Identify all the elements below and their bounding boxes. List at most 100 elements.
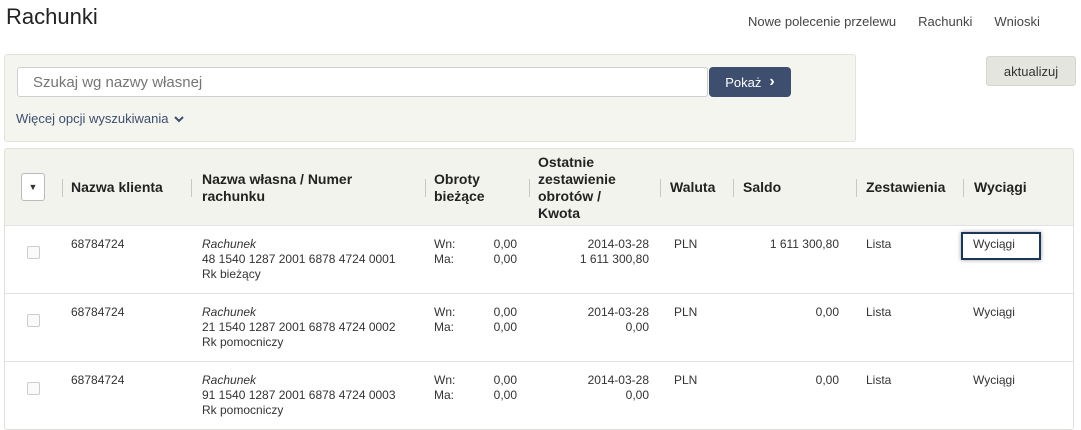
ma-value: 0,00 <box>493 388 517 402</box>
row-checkbox[interactable] <box>27 246 40 259</box>
account-number: 48 1540 1287 2001 6878 4724 0001 <box>202 252 396 266</box>
statement-amount: 1 611 300,80 <box>579 252 649 266</box>
client-cell: 68784724 <box>71 237 125 251</box>
header-statements: Zestawienia <box>866 179 946 195</box>
account-kind: Rk pomocniczy <box>202 335 284 349</box>
last-statement-cell: 2014-03-28 0,00 <box>545 373 649 403</box>
column-separator <box>425 179 426 197</box>
nav-applications[interactable]: Wnioski <box>994 14 1040 29</box>
header-last-line1: Ostatnie <box>538 154 595 170</box>
wn-value: 0,00 <box>493 305 517 319</box>
ma-label: Ma: <box>434 252 455 266</box>
account-number: 21 1540 1287 2001 6878 4724 0002 <box>202 320 396 334</box>
turnover-values: 0,00 0,00 <box>467 237 517 267</box>
turnover-values: 0,00 0,00 <box>467 305 517 335</box>
account-cell: Rachunek 91 1540 1287 2001 6878 4724 000… <box>202 373 396 418</box>
chevron-down-icon <box>174 116 184 123</box>
ma-value: 0,00 <box>493 320 517 334</box>
balance-cell: 0,00 <box>815 305 839 319</box>
select-dropdown-button[interactable]: ▼ <box>21 173 45 201</box>
statement-date: 2014-03-28 <box>587 373 649 387</box>
extracts-link[interactable]: Wyciągi <box>973 237 1015 252</box>
extracts-link[interactable]: Wyciągi <box>973 305 1015 320</box>
currency-cell: PLN <box>674 237 698 251</box>
turnover-labels: Wn: Ma: <box>434 305 455 335</box>
account-type: Rachunek <box>202 237 257 251</box>
header-last-statement: Ostatnie zestawienie obrotów / Kwota <box>538 154 616 222</box>
wn-value: 0,00 <box>493 237 517 251</box>
column-separator <box>191 179 192 197</box>
statement-date: 2014-03-28 <box>587 305 649 319</box>
search-panel: Pokaż › Więcej opcji wyszukiwania <box>4 54 856 142</box>
column-separator <box>856 179 857 197</box>
wn-label: Wn: <box>434 373 456 387</box>
client-cell: 68784724 <box>71 305 125 319</box>
account-type: Rachunek <box>202 305 257 319</box>
statement-amount: 0,00 <box>625 320 649 334</box>
header-turnover-line2: bieżące <box>434 188 485 204</box>
row-checkbox[interactable] <box>27 382 40 395</box>
ma-label: Ma: <box>434 388 455 402</box>
account-kind: Rk pomocniczy <box>202 403 284 417</box>
statements-list-link[interactable]: Lista <box>866 373 891 388</box>
page-title: Rachunki <box>6 4 98 29</box>
header-name-number-line1: Nazwa własna / Numer <box>202 171 353 187</box>
client-cell: 68784724 <box>71 373 125 387</box>
last-statement-cell: 2014-03-28 0,00 <box>545 305 649 335</box>
accounts-table: ▼ Nazwa klienta Nazwa własna / Numer rac… <box>4 148 1074 430</box>
account-cell: Rachunek 21 1540 1287 2001 6878 4724 000… <box>202 305 396 350</box>
ma-label: Ma: <box>434 320 455 334</box>
header-turnover-line1: Obroty <box>434 171 480 187</box>
header-name-number: Nazwa własna / Numer rachunku <box>202 171 352 205</box>
header-last-line4: Kwota <box>538 205 580 221</box>
column-separator <box>660 179 661 197</box>
table-row: 68784724 Rachunek 91 1540 1287 2001 6878… <box>5 361 1073 429</box>
chevron-right-icon: › <box>769 73 775 90</box>
show-button-label: Pokaż <box>725 74 762 90</box>
show-button[interactable]: Pokaż › <box>709 67 791 97</box>
balance-cell: 1 611 300,80 <box>769 237 839 251</box>
statements-list-link[interactable]: Lista <box>866 305 891 320</box>
header-client: Nazwa klienta <box>71 179 163 195</box>
turnover-labels: Wn: Ma: <box>434 373 455 403</box>
search-input[interactable] <box>17 67 708 97</box>
header-last-line3: obrotów / <box>538 188 601 204</box>
statement-amount: 0,00 <box>625 388 649 402</box>
table-row: 68784724 Rachunek 48 1540 1287 2001 6878… <box>5 225 1073 294</box>
nav-new-transfer[interactable]: Nowe polecenie przelewu <box>748 14 896 29</box>
column-separator <box>963 179 964 197</box>
balance-cell: 0,00 <box>815 373 839 387</box>
refresh-button[interactable]: aktualizuj <box>986 56 1076 86</box>
currency-cell: PLN <box>674 305 698 319</box>
turnover-values: 0,00 0,00 <box>467 373 517 403</box>
column-separator <box>62 179 63 197</box>
row-checkbox[interactable] <box>27 314 40 327</box>
statements-list-link[interactable]: Lista <box>866 237 891 252</box>
header-turnover: Obroty bieżące <box>434 171 485 205</box>
table-row: 68784724 Rachunek 21 1540 1287 2001 6878… <box>5 293 1073 362</box>
account-number: 91 1540 1287 2001 6878 4724 0003 <box>202 388 396 402</box>
more-search-options-link[interactable]: Więcej opcji wyszukiwania <box>16 111 184 126</box>
header-last-line2: zestawienie <box>538 171 616 187</box>
last-statement-cell: 2014-03-28 1 611 300,80 <box>545 237 649 267</box>
account-cell: Rachunek 48 1540 1287 2001 6878 4724 000… <box>202 237 396 282</box>
account-kind: Rk bieżący <box>202 267 261 281</box>
top-navigation: Nowe polecenie przelewu Rachunki Wnioski <box>748 14 1062 29</box>
column-separator <box>733 179 734 197</box>
account-type: Rachunek <box>202 373 257 387</box>
header-currency: Waluta <box>670 179 716 195</box>
caret-down-icon: ▼ <box>28 182 38 192</box>
table-header: ▼ Nazwa klienta Nazwa własna / Numer rac… <box>5 149 1073 225</box>
column-separator <box>529 179 530 197</box>
wn-label: Wn: <box>434 305 456 319</box>
wn-value: 0,00 <box>493 373 517 387</box>
nav-accounts[interactable]: Rachunki <box>918 14 972 29</box>
wn-label: Wn: <box>434 237 456 251</box>
statement-date: 2014-03-28 <box>587 237 649 251</box>
more-search-options-label: Więcej opcji wyszukiwania <box>16 111 169 126</box>
header-extracts: Wyciągi <box>974 179 1027 195</box>
ma-value: 0,00 <box>493 252 517 266</box>
currency-cell: PLN <box>674 373 698 387</box>
turnover-labels: Wn: Ma: <box>434 237 455 267</box>
extracts-link[interactable]: Wyciągi <box>973 373 1015 388</box>
